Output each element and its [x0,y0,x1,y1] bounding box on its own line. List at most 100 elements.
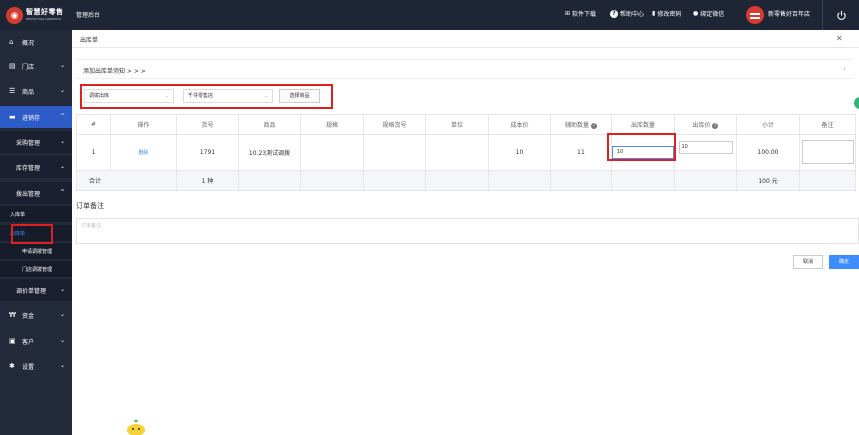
highlight-qty-box [607,133,676,161]
store-avatar[interactable] [746,6,764,24]
sidebar-item-label: 客户 [22,338,35,346]
col-unit: 单位 [425,114,489,135]
total-kinds: 1 种 [176,170,239,191]
sidebar-item-goods[interactable]: ☰ 商品 ⌄ [0,80,72,102]
col-sku: 货号 [176,114,239,135]
list-icon: ☰ [9,86,16,95]
sidebar-item-label: 进销存 [22,114,41,122]
logout-button[interactable] [822,0,859,30]
row-spec [300,134,364,171]
chevron-down-icon: ⌄ [60,362,66,369]
delete-link[interactable]: 删除 [110,134,177,171]
close-icon[interactable]: ✕ [836,34,843,43]
sidebar-item-overview[interactable]: ⌂ 概况 [0,31,72,53]
sidebar-item-apply-transfer[interactable]: 申请调拨管理 [0,243,72,259]
sidebar-item-store-transfer[interactable]: 门店调拨管理 [0,261,72,277]
total-amount: 100 元 [736,170,800,191]
goods-table: # 操作 货号 商品 规格 规格货号 单位 成本价 辅助数量 ? 出库数量 出库… [76,114,856,191]
page-header [72,30,859,48]
confirm-button[interactable]: 确定 [829,255,859,269]
sidebar-item-label: 拨出管理 [16,190,41,198]
sidebar-item-purchase[interactable]: 采购管理 ⌄ [0,131,72,153]
sidebar-item-inventory[interactable]: ▬ 进销存 ^ [0,106,72,128]
col-out-qty: 出库数量 [611,114,675,135]
chevron-up-icon: ^ [60,189,66,196]
sidebar-item-transfer[interactable]: 拨出管理 ^ [0,182,72,204]
empty-cell [300,170,364,191]
col-spec-sku: 规格货号 [363,114,426,135]
side-float-button[interactable] [854,97,859,109]
row-index: 1 [76,134,111,171]
sidebar-item-label: 调价单管理 [16,287,47,295]
question-icon[interactable]: ? [712,122,719,129]
sidebar-item-label: 设置 [22,363,35,371]
table-total-row: 合计 1 种 100 元 [76,170,856,191]
notice-text: 添加出库单须知 > > > [83,68,146,75]
out-price-input[interactable]: 10 [678,141,733,154]
empty-cell [611,170,675,191]
order-remark-title: 订单备注 [76,202,104,210]
row-subtotal: 100.00 [736,134,800,171]
help-center-link[interactable]: ? 帮助中心 [610,9,644,18]
cancel-button[interactable]: 取消 [793,255,823,269]
empty-cell [488,170,551,191]
sidebar-item-label: 入库单 [10,211,26,218]
col-aux-qty-label: 辅助数量 [565,122,590,129]
sidebar-item-label: 资金 [22,312,35,320]
empty-cell [363,170,426,191]
software-download-link[interactable]: ⊞ 软件下载 [565,9,596,18]
sidebar-item-store[interactable]: ▤ 门店 ⌄ [0,55,72,77]
change-password-label: 修改密码 [657,11,682,18]
sidebar-item-stock[interactable]: 库存管理 ⌄ [0,156,72,178]
row-remark-cell [799,134,856,171]
brand-name: 智慧好零售 [26,8,64,16]
empty-cell [674,170,737,191]
row-sku: 1791 [176,134,239,171]
col-spec: 规格 [300,114,364,135]
gear-icon: ✱ [9,361,15,370]
truck-icon: ▬ [9,112,16,121]
power-icon [836,10,846,20]
sidebar-item-label: 采购管理 [16,139,41,147]
id-card-icon: ▣ [9,336,16,345]
question-icon: ? [610,9,618,18]
empty-cell [799,170,856,191]
store-name[interactable]: 新零售好百年店 [768,9,810,18]
chevron-down-icon: ⌄ [60,311,66,318]
col-action: 操作 [110,114,177,135]
row-unit [425,134,489,171]
row-spec-sku [363,134,426,171]
brand-subtitle: ZHIHUI HAO LINGSHOU [26,17,61,21]
sidebar-item-label: 概况 [22,39,35,47]
order-remark-input[interactable]: 订单备注 [76,218,859,244]
row-goods-name: 10.23测试调拨 [238,134,301,171]
sidebar-item-in-order[interactable]: 入库单 [0,206,72,222]
remark-textarea[interactable] [801,139,854,164]
sidebar-item-funds[interactable]: ₩ 资金 ⌄ [0,304,72,326]
sidebar-item-settings[interactable]: ✱ 设置 ⌄ [0,355,72,377]
yen-icon: ₩ [9,310,16,319]
sidebar-item-label: 门店 [22,63,35,71]
chevron-down-icon: ⌄ [60,138,66,145]
question-icon[interactable]: ? [590,122,597,129]
chevron-down-icon: ⌄ [60,337,66,344]
home-icon: ⌂ [9,37,14,46]
highlight-filter-box [80,84,333,109]
col-goods: 商品 [238,114,301,135]
bind-wechat-link[interactable]: ● 绑定微信 [693,9,724,18]
change-password-link[interactable]: ▮ 修改密码 [652,9,681,18]
section-title: 管理后台 [76,12,101,19]
sidebar-item-label: 商品 [22,88,35,96]
col-out-price: 出库价 ? [674,114,737,135]
empty-cell [238,170,301,191]
help-center-label: 帮助中心 [620,11,645,18]
notice-bar[interactable]: 添加出库单须知 > > > › [76,59,853,79]
sidebar-item-price-adjust[interactable]: 调价单管理 ⌄ [0,279,72,301]
empty-cell [425,170,489,191]
row-cost: 10 [488,134,551,171]
row-aux-qty: 11 [550,134,612,171]
software-download-label: 软件下载 [572,11,597,18]
table-row: 1 删除 1791 10.23测试调拨 10 11 10 10 100.00 [76,134,856,171]
sidebar-item-customer[interactable]: ▣ 客户 ⌄ [0,330,72,352]
col-subtotal: 小计 [736,114,800,135]
